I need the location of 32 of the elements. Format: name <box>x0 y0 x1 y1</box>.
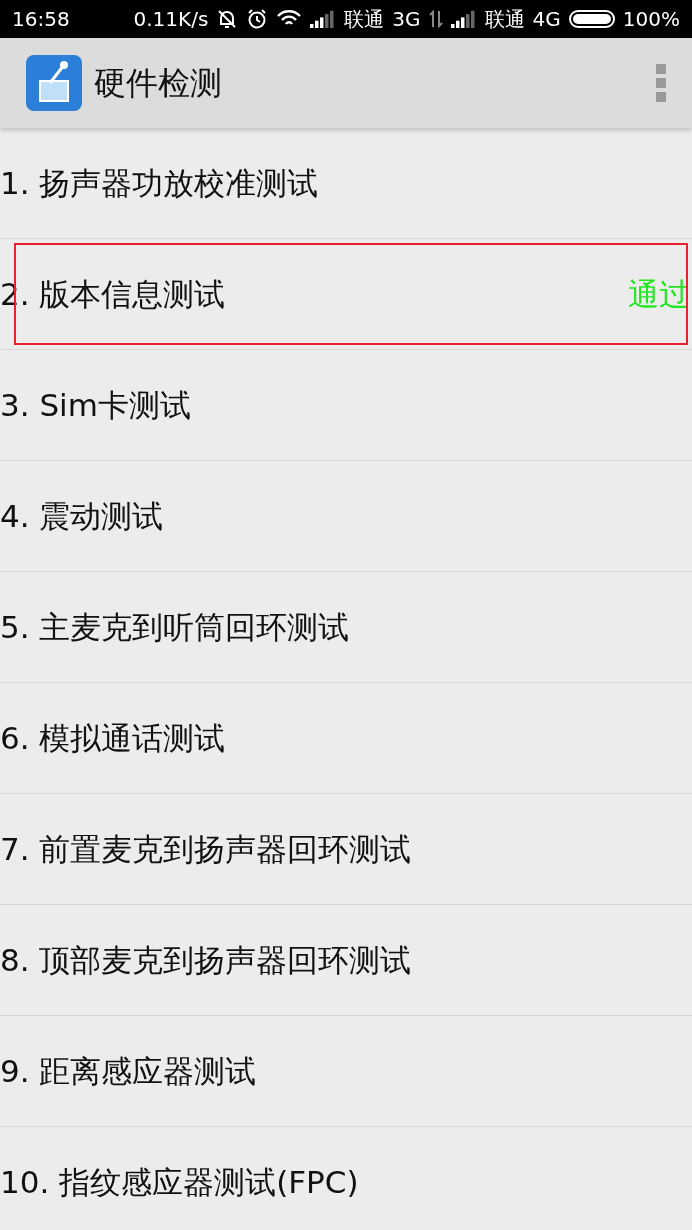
network-type: 3G <box>392 6 421 33</box>
test-item[interactable]: 9. 距离感应器测试 <box>0 1016 692 1127</box>
signal-icon <box>310 10 337 28</box>
test-result: 通过 <box>628 274 690 314</box>
network-type: 4G <box>532 6 561 33</box>
test-item[interactable]: 5. 主麦克到听筒回环测试 <box>0 572 692 683</box>
test-name: 3. Sim卡测试 <box>0 385 191 425</box>
test-name: 4. 震动测试 <box>0 496 164 536</box>
test-name: 1. 扬声器功放校准测试 <box>0 163 319 203</box>
test-item[interactable]: 3. Sim卡测试 <box>0 350 692 461</box>
battery-icon <box>568 9 615 29</box>
test-name: 6. 模拟通话测试 <box>0 718 226 758</box>
app-icon <box>26 55 82 111</box>
test-item[interactable]: 6. 模拟通话测试 <box>0 683 692 794</box>
test-name: 8. 顶部麦克到扬声器回环测试 <box>0 940 412 980</box>
test-name: 10. 指纹感应器测试(FPC) <box>0 1162 359 1202</box>
test-item[interactable]: 10. 指纹感应器测试(FPC) <box>0 1127 692 1230</box>
data-arrows-icon <box>428 9 443 29</box>
network-speed: 0.11K/s <box>133 6 209 33</box>
test-item[interactable]: 1. 扬声器功放校准测试 <box>0 128 692 239</box>
test-item[interactable]: 7. 前置麦克到扬声器回环测试 <box>0 794 692 905</box>
carrier-name: 联通 <box>344 6 385 33</box>
test-name: 9. 距离感应器测试 <box>0 1051 257 1091</box>
carrier-name: 联通 <box>484 6 525 33</box>
signal-icon <box>450 10 477 28</box>
test-item[interactable]: 8. 顶部麦克到扬声器回环测试 <box>0 905 692 1016</box>
battery-percent: 100% <box>622 6 680 33</box>
test-item[interactable]: 4. 震动测试 <box>0 461 692 572</box>
clock: 16:58 <box>12 6 70 33</box>
app-title: 硬件检测 <box>94 63 222 104</box>
test-name: 7. 前置麦克到扬声器回环测试 <box>0 829 412 869</box>
test-name: 5. 主麦克到听筒回环测试 <box>0 607 350 647</box>
